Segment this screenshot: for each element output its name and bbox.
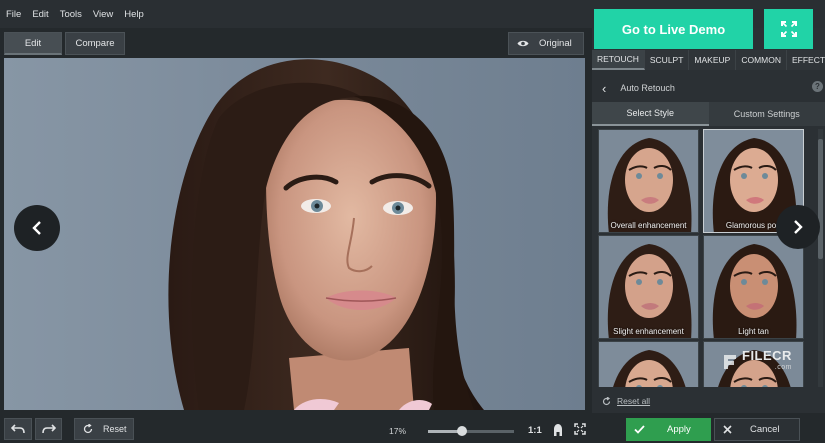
help-icon[interactable]: ?	[812, 81, 823, 92]
cancel-button[interactable]: Cancel	[714, 418, 800, 441]
redo-icon	[41, 424, 56, 434]
menu-help[interactable]: Help	[124, 9, 144, 20]
tab-edit[interactable]: Edit	[4, 32, 62, 55]
undo-button[interactable]	[4, 418, 32, 440]
preset-item[interactable]	[598, 341, 699, 387]
watermark: FILECR .com	[722, 344, 806, 380]
preset-light-tan[interactable]: Light tan	[703, 235, 804, 339]
watermark-subtext: .com	[774, 364, 792, 371]
apply-label: Apply	[667, 424, 691, 435]
preset-thumbnail	[599, 342, 698, 387]
preset-scrollbar[interactable]	[818, 129, 823, 387]
check-icon	[634, 425, 645, 434]
apply-button[interactable]: Apply	[626, 418, 711, 441]
preset-thumbnail	[704, 236, 803, 338]
category-tabs: RETOUCH SCULPT MAKEUP COMMON EFFECTS	[592, 50, 825, 70]
tab-compare[interactable]: Compare	[65, 32, 125, 55]
reset-icon	[83, 424, 93, 434]
menu-view[interactable]: View	[93, 9, 113, 20]
tab-retouch[interactable]: RETOUCH	[592, 50, 645, 70]
reset-button[interactable]: Reset	[74, 418, 134, 440]
photo-canvas[interactable]	[4, 58, 585, 410]
reset-label: Reset	[103, 424, 127, 434]
eye-icon	[517, 40, 529, 47]
view-toolbar: Edit Compare Original	[0, 28, 590, 58]
expand-icon	[780, 21, 797, 37]
tab-makeup[interactable]: MAKEUP	[689, 50, 737, 70]
original-label: Original	[539, 38, 572, 49]
tab-sculpt[interactable]: SCULPT	[645, 50, 690, 70]
preset-slight-enhancement[interactable]: Slight enhancement	[598, 235, 699, 339]
tab-custom-settings[interactable]: Custom Settings	[708, 102, 825, 126]
go-to-live-demo-button[interactable]: Go to Live Demo	[594, 9, 753, 49]
expand-button[interactable]	[764, 9, 813, 49]
fullscreen-icon[interactable]	[574, 423, 586, 435]
zoom-value: 17%	[389, 426, 407, 436]
section-header: ‹ Auto Retouch ?	[592, 76, 825, 100]
menu-edit[interactable]: Edit	[32, 9, 48, 20]
preset-label: Light tan	[738, 327, 769, 336]
preset-label: Slight enhancement	[613, 327, 684, 336]
actual-size-button[interactable]: 1:1	[528, 425, 542, 436]
back-chevron-icon[interactable]: ‹	[602, 81, 606, 96]
close-icon	[723, 425, 732, 434]
menu-tools[interactable]: Tools	[60, 9, 82, 20]
reset-all-label: Reset all	[617, 396, 651, 406]
watermark-text: FILECR	[742, 348, 792, 363]
cancel-label: Cancel	[750, 424, 780, 435]
style-tabs: Select Style Custom Settings	[592, 102, 825, 126]
menu-file[interactable]: File	[6, 9, 21, 20]
tab-effects[interactable]: EFFECTS	[787, 50, 825, 70]
fit-to-screen-icon[interactable]	[552, 423, 564, 437]
chevron-right-icon	[794, 220, 803, 234]
redo-button[interactable]	[35, 418, 62, 440]
original-button[interactable]: Original	[508, 32, 584, 55]
section-title: Auto Retouch	[620, 83, 675, 93]
portrait-photo	[168, 59, 485, 410]
preset-thumbnail	[599, 130, 698, 232]
preset-thumbnail	[599, 236, 698, 338]
reset-all-link[interactable]: Reset all	[602, 396, 650, 406]
tab-common[interactable]: COMMON	[736, 50, 787, 70]
preset-overall-enhancement[interactable]: Overall enhancement	[598, 129, 699, 233]
zoom-slider-thumb[interactable]	[457, 426, 468, 436]
previous-arrow-button[interactable]	[14, 205, 60, 251]
next-arrow-button[interactable]	[776, 205, 820, 249]
tab-select-style[interactable]: Select Style	[592, 102, 709, 126]
zoom-slider[interactable]	[428, 430, 514, 433]
reset-icon	[602, 396, 611, 405]
watermark-logo-icon	[724, 355, 736, 369]
scrollbar-thumb[interactable]	[818, 139, 823, 259]
undo-icon	[11, 424, 25, 434]
preset-label: Overall enhancement	[610, 221, 687, 230]
chevron-left-icon	[32, 221, 41, 235]
